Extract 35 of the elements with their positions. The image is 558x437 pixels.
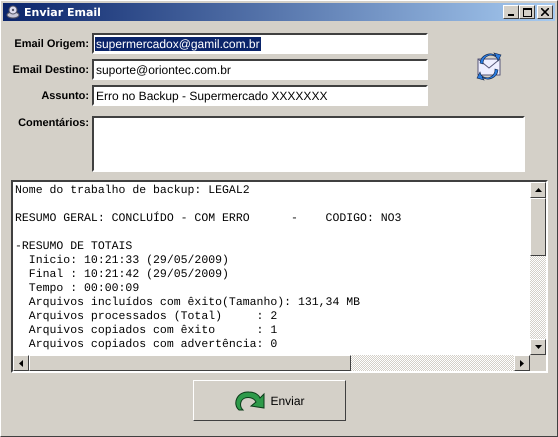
- horizontal-scrollbar[interactable]: [13, 355, 530, 371]
- log-line: Arquivos incluídos com êxito(Tamanho): 131,34 MB: [28, 296, 362, 310]
- field-label: Email Destino:: [12, 64, 89, 76]
- scrollbar-corner: [530, 355, 546, 371]
- disc-icon: [6, 5, 20, 19]
- field-label: Email Origem:: [13, 38, 89, 50]
- maximize-button[interactable]: [519, 5, 535, 19]
- log-line: Arquivos copiados com advertência: 0: [28, 338, 278, 352]
- field-label: Comentários:: [17, 117, 89, 129]
- down-arrow-icon: [534, 345, 542, 349]
- log-line: Tempo : 00:00:09: [28, 282, 140, 296]
- minimize-button[interactable]: [503, 5, 519, 19]
- log-line: -RESUMO DE TOTAIS: [15, 240, 134, 254]
- send-button[interactable]: Enviar: [192, 380, 346, 421]
- field-label: Assunto:: [40, 90, 89, 102]
- left-arrow-icon: [19, 360, 23, 366]
- right-arrow-icon: [520, 360, 524, 366]
- log-text-area[interactable]: [11, 180, 548, 373]
- input-field[interactable]: Erro no Backup - Supermercado XXXXXXX: [92, 85, 428, 106]
- maximize-icon: [522, 8, 532, 16]
- vertical-scrollbar[interactable]: [530, 182, 546, 355]
- log-line: RESUMO GERAL: CONCLUÍDO - COM ERRO - CODIGO: NO3: [15, 212, 402, 226]
- up-arrow-icon: [534, 188, 542, 192]
- comments-field[interactable]: [92, 116, 525, 172]
- log-line: Final : 10:21:42 (29/05/2009): [28, 268, 230, 282]
- log-line: Nome do trabalho de backup: LEGAL2: [15, 184, 251, 198]
- input-field[interactable]: suporte@oriontec.com.br: [92, 59, 428, 80]
- close-icon: [541, 8, 549, 16]
- window-title: Enviar Email: [24, 6, 102, 18]
- log-line: Arquivos copiados com êxito : 1: [28, 324, 278, 338]
- input-field[interactable]: supermercadox@gamil.com.br: [92, 33, 428, 54]
- log-line: Arquivos processados (Total) : 2: [28, 310, 278, 324]
- log-line: Inicio: 10:21:33 (29/05/2009): [28, 254, 230, 268]
- close-button[interactable]: [537, 5, 553, 19]
- email-sync-icon: [474, 51, 504, 81]
